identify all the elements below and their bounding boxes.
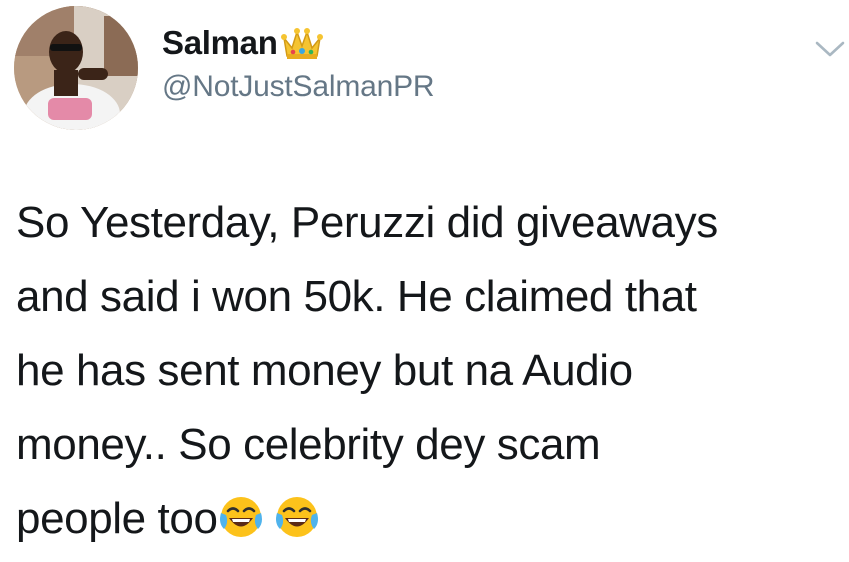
display-name[interactable]: Salman: [162, 24, 278, 62]
tweet-text-last-line: people too: [16, 482, 846, 556]
user-header: Salman @NotJustSalmanPR: [162, 22, 435, 104]
user-handle[interactable]: @NotJustSalmanPR: [162, 70, 435, 104]
tweet-text-line: and said i won 50k. He claimed that: [16, 272, 697, 321]
tweet-text: So Yesterday, Peruzzi did giveaways and …: [16, 186, 846, 556]
avatar[interactable]: [14, 6, 138, 130]
display-name-row: Salman: [162, 22, 434, 64]
chevron-down-icon[interactable]: [812, 36, 848, 62]
face-with-tears-of-joy-icon: [218, 488, 264, 537]
crown-icon: [280, 24, 324, 62]
tweet-text-line: he has sent money but na Audio: [16, 346, 633, 395]
tweet-text-line: money.. So celebrity dey scam: [16, 420, 601, 469]
tweet-text-line: people too: [16, 494, 218, 543]
tweet-text-line: So Yesterday, Peruzzi did giveaways: [16, 198, 718, 247]
face-with-tears-of-joy-icon: [274, 488, 320, 537]
tweet-card: Salman @NotJustSalmanPR So Yesterday, Pe…: [0, 0, 849, 559]
avatar-photo: [14, 6, 138, 130]
